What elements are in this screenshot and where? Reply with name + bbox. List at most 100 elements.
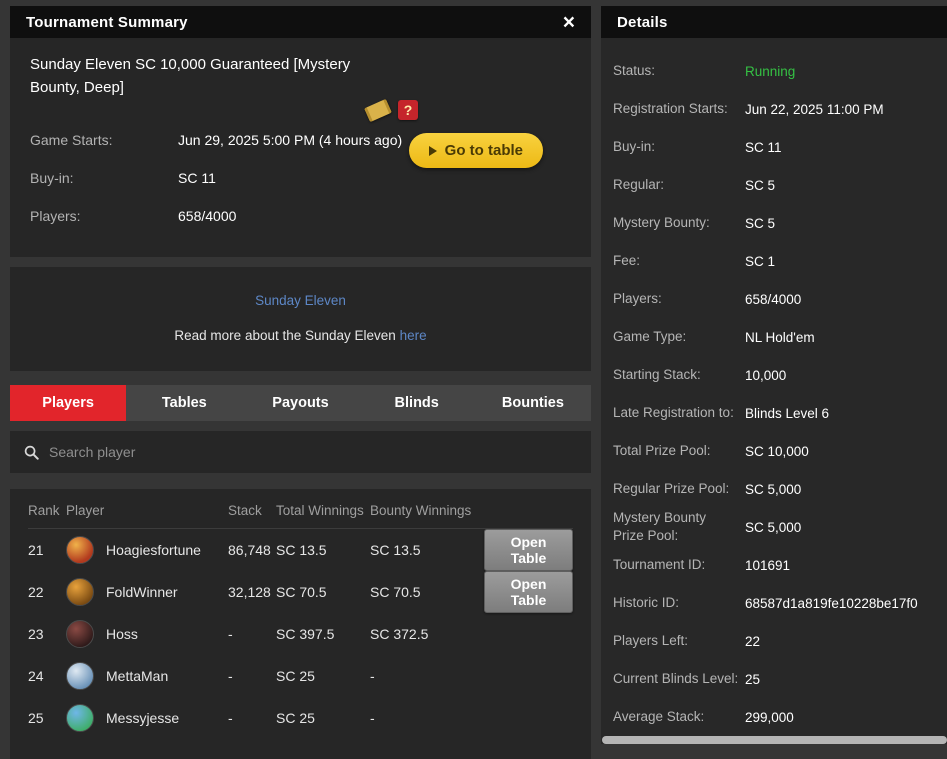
details-header: Details xyxy=(601,6,947,38)
detail-row-current-blinds-level: Current Blinds Level: 25 xyxy=(613,660,935,698)
detail-row-mystery-bounty-prize-pool: Mystery Bounty Prize Pool: SC 5,000 xyxy=(613,508,935,546)
detail-label: Starting Stack: xyxy=(613,366,701,382)
player-cell: Hoss xyxy=(66,620,228,648)
close-icon[interactable]: × xyxy=(563,12,575,33)
avatar xyxy=(66,620,94,648)
open-table-button[interactable]: Open Table xyxy=(484,529,573,571)
detail-value: 299,000 xyxy=(745,709,794,725)
ticket-icon xyxy=(363,98,393,122)
player-rank: 21 xyxy=(28,542,44,558)
tab-bounties[interactable]: Bounties xyxy=(475,385,591,421)
player-rank: 25 xyxy=(28,710,44,726)
mystery-bounty-icon: ? xyxy=(398,100,418,120)
field-label: Buy-in: xyxy=(30,170,74,186)
player-name: Hoagiesfortune xyxy=(106,542,201,558)
go-to-table-button[interactable]: Go to table xyxy=(408,133,543,168)
player-stack: - xyxy=(228,710,233,726)
series-link[interactable]: Sunday Eleven xyxy=(255,293,346,308)
detail-row-starting-stack: Starting Stack: 10,000 xyxy=(613,356,935,394)
detail-row-players: Players: 658/4000 xyxy=(613,280,935,318)
player-name: FoldWinner xyxy=(106,584,178,600)
detail-label: Players: xyxy=(613,290,662,306)
search-bar xyxy=(10,431,591,473)
detail-label: Total Prize Pool: xyxy=(613,442,711,458)
detail-row-historic-id: Historic ID: 68587d1a819fe10228be17f0 xyxy=(613,584,935,622)
search-icon xyxy=(24,445,39,460)
detail-value: 68587d1a819fe10228be17f0 xyxy=(745,595,918,611)
detail-value: SC 1 xyxy=(745,253,776,269)
detail-value: NL Hold'em xyxy=(745,329,815,345)
detail-label: Mystery Bounty Prize Pool: xyxy=(613,509,707,543)
player-rank: 23 xyxy=(28,626,44,642)
detail-label: Regular Prize Pool: xyxy=(613,480,730,496)
detail-row-late-registration: Late Registration to: Blinds Level 6 xyxy=(613,394,935,432)
tournament-summary-header: Tournament Summary × xyxy=(10,6,591,38)
col-stack: Stack xyxy=(228,503,262,518)
detail-label: Registration Starts: xyxy=(613,100,728,116)
col-total-winnings: Total Winnings xyxy=(276,503,364,518)
search-input[interactable] xyxy=(49,444,577,460)
summary-card: Sunday Eleven SC 10,000 Guaranteed [Myst… xyxy=(10,38,591,257)
detail-value: 22 xyxy=(745,633,761,649)
detail-label: Current Blinds Level: xyxy=(613,670,739,686)
table-row: 25 Messyjesse - SC 25 - xyxy=(28,697,573,739)
players-table: Rank Player Stack Total Winnings Bounty … xyxy=(10,489,591,759)
player-cell: Hoagiesfortune xyxy=(66,536,228,564)
player-rank: 24 xyxy=(28,668,44,684)
player-total-winnings: SC 70.5 xyxy=(276,584,327,600)
player-stack: - xyxy=(228,626,233,642)
player-bounty-winnings: SC 372.5 xyxy=(370,626,429,642)
status-value: Running xyxy=(745,63,796,79)
detail-value: 10,000 xyxy=(745,367,787,383)
detail-label: Buy-in: xyxy=(613,138,656,154)
avatar xyxy=(66,578,94,606)
player-stack: 32,128 xyxy=(228,584,271,600)
detail-value: SC 5 xyxy=(745,215,776,231)
details-panel: Details Status: Running Registration Sta… xyxy=(601,6,947,744)
detail-value: SC 5,000 xyxy=(745,519,802,535)
detail-label: Regular: xyxy=(613,176,665,192)
player-total-winnings: SC 397.5 xyxy=(276,626,335,642)
detail-row-players-left: Players Left: 22 xyxy=(613,622,935,660)
tab-blinds[interactable]: Blinds xyxy=(359,385,475,421)
detail-value: 25 xyxy=(745,671,761,687)
open-table-button[interactable]: Open Table xyxy=(484,571,573,613)
detail-row-registration-starts: Registration Starts: Jun 22, 2025 11:00 … xyxy=(613,90,935,128)
detail-label: Mystery Bounty: xyxy=(613,214,710,230)
detail-row-buy-in: Buy-in: SC 11 xyxy=(613,128,935,166)
tab-players[interactable]: Players xyxy=(10,385,127,421)
detail-row-fee: Fee: SC 1 xyxy=(613,242,935,280)
tab-payouts[interactable]: Payouts xyxy=(242,385,358,421)
detail-value: SC 10,000 xyxy=(745,443,809,459)
players-table-header: Rank Player Stack Total Winnings Bounty … xyxy=(28,503,573,529)
player-bounty-winnings: - xyxy=(370,668,375,684)
player-name: Hoss xyxy=(106,626,138,642)
detail-value: SC 5,000 xyxy=(745,481,802,497)
tab-tables[interactable]: Tables xyxy=(126,385,242,421)
player-stack: 86,748 xyxy=(228,542,271,558)
detail-row-mystery-bounty: Mystery Bounty: SC 5 xyxy=(613,204,935,242)
field-label: Game Starts: xyxy=(30,132,113,148)
table-row: 23 Hoss - SC 397.5 SC 372.5 xyxy=(28,613,573,655)
field-value: Jun 29, 2025 5:00 PM (4 hours ago) xyxy=(178,132,403,148)
horizontal-scrollbar[interactable] xyxy=(602,736,947,744)
series-info-card: Sunday Eleven Read more about the Sunday… xyxy=(10,267,591,371)
player-bounty-winnings: - xyxy=(370,710,375,726)
detail-label: Tournament ID: xyxy=(613,556,706,572)
field-players: Players: 658/4000 xyxy=(30,197,571,235)
detail-label: Average Stack: xyxy=(613,708,705,724)
tournament-title: Sunday Eleven SC 10,000 Guaranteed [Myst… xyxy=(30,56,351,96)
detail-row-regular-prize-pool: Regular Prize Pool: SC 5,000 xyxy=(613,470,935,508)
player-cell: Messyjesse xyxy=(66,704,228,732)
field-label: Players: xyxy=(30,208,81,224)
arrow-icon xyxy=(428,145,437,156)
detail-label: Players Left: xyxy=(613,632,689,648)
player-total-winnings: SC 13.5 xyxy=(276,542,327,558)
player-cell: MettaMan xyxy=(66,662,228,690)
panel-title: Details xyxy=(617,13,668,31)
read-more-line: Read more about the Sunday Eleven here xyxy=(30,328,571,343)
detail-label: Game Type: xyxy=(613,328,687,344)
player-rank: 22 xyxy=(28,584,44,600)
details-body: Status: Running Registration Starts: Jun… xyxy=(601,38,947,744)
read-more-link[interactable]: here xyxy=(400,328,427,343)
